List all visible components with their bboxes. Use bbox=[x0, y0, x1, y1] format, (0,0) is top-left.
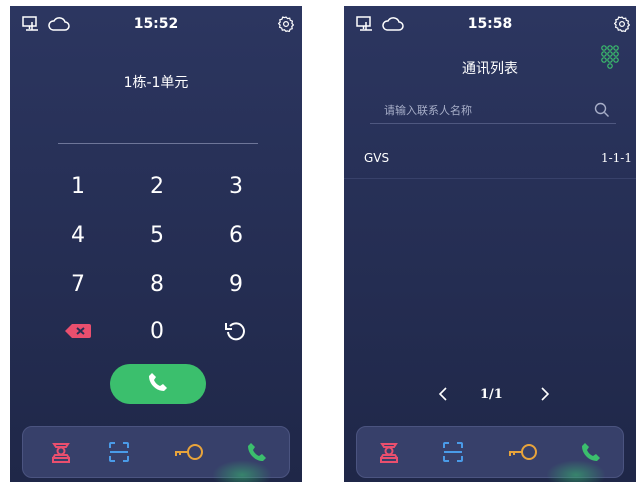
search-placeholder: 请输入联系人名称 bbox=[384, 104, 472, 117]
contact-room: 1-1-1 bbox=[600, 151, 632, 165]
refresh-icon[interactable] bbox=[206, 311, 266, 351]
search-underline bbox=[370, 123, 616, 124]
dial-screen: 15:52 1栋-1单元 1 2 3 4 5 6 7 8 9 0 bbox=[10, 6, 302, 482]
key-icon[interactable] bbox=[498, 427, 548, 477]
contact-name: GVS bbox=[364, 151, 390, 165]
pagination: 1/1 bbox=[344, 387, 636, 407]
dial-key-3[interactable]: 3 bbox=[206, 166, 266, 206]
row-divider bbox=[344, 178, 636, 179]
phone-icon bbox=[148, 372, 168, 396]
status-bar: 15:58 bbox=[344, 6, 636, 42]
guard-icon[interactable] bbox=[364, 427, 414, 477]
unit-label: 1栋-1单元 bbox=[123, 75, 189, 91]
search-input[interactable]: 请输入联系人名称 bbox=[370, 100, 616, 124]
page-indicator: 1/1 bbox=[480, 387, 503, 402]
dial-key-2[interactable]: 2 bbox=[127, 166, 187, 206]
dial-key-7[interactable]: 7 bbox=[48, 264, 108, 304]
input-divider bbox=[58, 143, 258, 144]
prev-page-icon[interactable] bbox=[438, 387, 448, 405]
qr-scan-icon[interactable] bbox=[428, 427, 478, 477]
contacts-screen: 15:58 通讯列表 请输入联系人名称 GVS 1-1-1 1/1 bbox=[344, 6, 636, 482]
status-bar: 15:52 bbox=[10, 6, 302, 42]
call-button[interactable] bbox=[110, 364, 206, 404]
dial-key-1[interactable]: 1 bbox=[48, 166, 108, 206]
clock: 15:58 bbox=[467, 16, 513, 32]
settings-icon[interactable] bbox=[613, 16, 631, 36]
dial-key-5[interactable]: 5 bbox=[127, 215, 187, 255]
guard-icon[interactable] bbox=[36, 427, 86, 477]
active-tab-glow bbox=[546, 460, 606, 482]
dial-key-0[interactable]: 0 bbox=[127, 311, 187, 351]
dial-key-6[interactable]: 6 bbox=[206, 215, 266, 255]
dial-key-8[interactable]: 8 bbox=[127, 264, 187, 304]
dial-key-9[interactable]: 9 bbox=[206, 264, 266, 304]
backspace-icon[interactable] bbox=[48, 311, 108, 351]
next-page-icon[interactable] bbox=[540, 387, 550, 405]
page-title: 通讯列表 bbox=[462, 61, 518, 77]
active-tab-glow bbox=[212, 460, 272, 482]
dial-key-4[interactable]: 4 bbox=[48, 215, 108, 255]
clock: 15:52 bbox=[133, 16, 179, 32]
settings-icon[interactable] bbox=[277, 16, 295, 36]
dialpad-icon[interactable] bbox=[600, 44, 620, 74]
key-icon[interactable] bbox=[164, 427, 214, 477]
qr-scan-icon[interactable] bbox=[94, 427, 144, 477]
search-icon[interactable] bbox=[594, 102, 610, 122]
